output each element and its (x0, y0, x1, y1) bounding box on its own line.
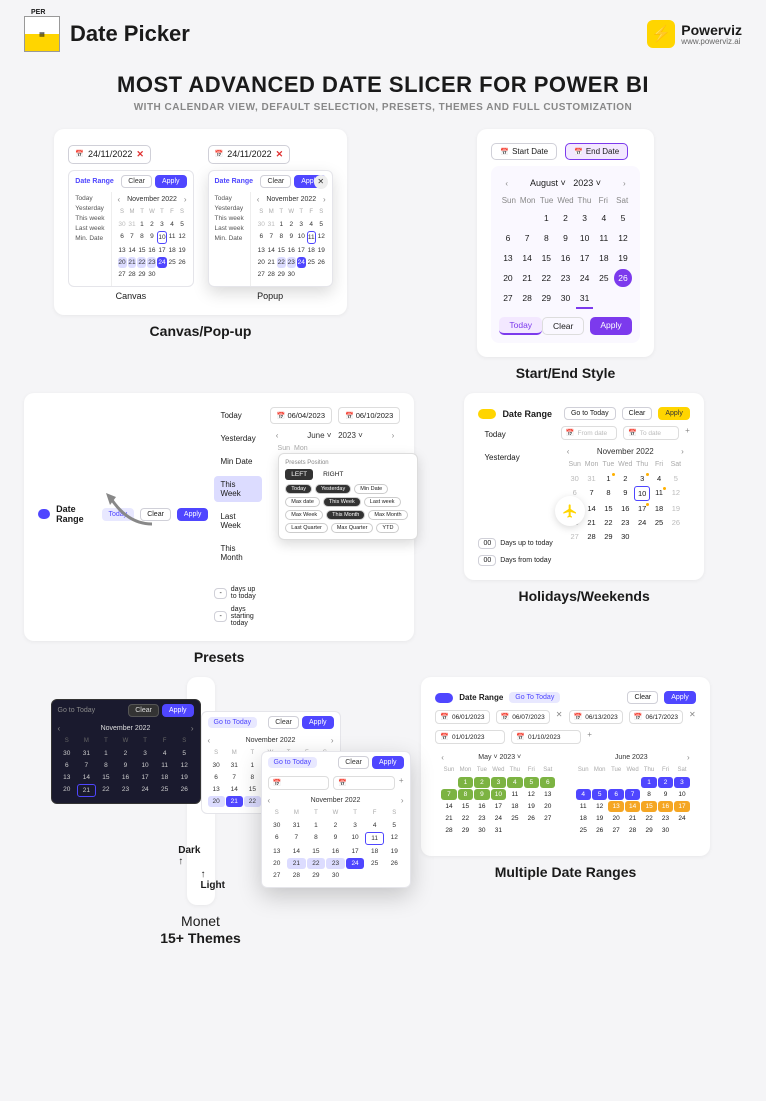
airplane-icon (555, 496, 585, 526)
to-input[interactable]: 📅To date (623, 426, 679, 440)
close-icon[interactable]: ✕ (689, 710, 696, 724)
preset-list[interactable]: Today Yesterday This week Last week Min.… (209, 192, 250, 286)
presets-card: Date Range Today Clear Apply Today Yeste… (24, 393, 414, 641)
presets-popover: Presets Position LEFTRIGHT Today Yesterd… (278, 453, 418, 540)
calendar-icon: 📅 (500, 148, 509, 156)
lightning-icon: ⚡ (647, 20, 675, 48)
themes-card: Go to TodayClearApply ‹November 2022› SM… (187, 677, 215, 905)
light-label: ↑ Light (201, 869, 225, 891)
canvas-label: Canvas (68, 291, 193, 301)
preset-list[interactable]: Today Yesterday This week Last week Min.… (69, 192, 110, 286)
date-chip[interactable]: 📅 24/11/2022 ✕ (208, 145, 291, 164)
close-icon[interactable]: ✕ (314, 175, 328, 189)
apply-button[interactable]: Apply (664, 691, 696, 704)
today-button[interactable]: Today (499, 317, 542, 335)
section-title: Presets (194, 649, 245, 665)
canvas-panel: Date Range Clear Apply Today (68, 170, 193, 287)
clear-button[interactable]: Clear (622, 407, 653, 420)
monet-theme: Go to TodayClearApply 📅📅+ ‹November 2022… (261, 751, 411, 888)
close-icon[interactable]: ✕ (276, 149, 284, 160)
section-title: Holidays/Weekends (519, 588, 650, 604)
hero-headline: MOST ADVANCED DATE SLICER FOR POWER BI (24, 72, 742, 98)
toggle-icon[interactable] (38, 509, 50, 519)
product-logo: ▦ Date Picker (24, 16, 190, 52)
from-input[interactable]: 📅06/04/2023 (270, 407, 332, 424)
arrow-icon (102, 489, 162, 529)
plus-icon[interactable]: + (685, 426, 690, 440)
close-icon[interactable]: ✕ (556, 710, 563, 724)
preset-sidebar: Today Yesterday Min Date This Week Last … (214, 407, 261, 627)
canvas-popup-card: 📅 24/11/2022 ✕ Date Range Clear (54, 129, 346, 315)
clear-button[interactable]: Clear (542, 317, 584, 335)
apply-button[interactable]: Apply (177, 508, 209, 521)
chevron-right-icon[interactable]: › (623, 179, 626, 188)
start-date-tab[interactable]: 📅Start Date (491, 143, 557, 160)
chevron-right-icon[interactable]: › (184, 195, 187, 204)
close-icon[interactable]: ✕ (136, 149, 144, 160)
header: ▦ Date Picker ⚡ Powerviz www.powerviz.ai (24, 16, 742, 52)
toggle-icon[interactable] (435, 693, 453, 703)
dark-label: Dark ↑ (178, 845, 200, 867)
section-title: Multiple Date Ranges (495, 864, 637, 880)
apply-button[interactable]: Apply (658, 407, 690, 420)
selected-day[interactable]: 26 (614, 269, 631, 287)
calendar-icon: 📅 (574, 148, 583, 156)
calendar: ‹ August ˅ 2023 ˅ › SunMonTueWedThuFriSa… (491, 166, 639, 343)
holidays-card: Date Range Go to Today Clear Apply Today… (464, 393, 703, 580)
brand-logo: ⚡ Powerviz www.powerviz.ai (647, 20, 742, 48)
goto-button[interactable]: Go To Today (509, 692, 560, 703)
calendar-icon: 📅 (75, 150, 84, 158)
to-input[interactable]: 📅06/10/2023 (338, 407, 400, 424)
date-chip[interactable]: 📅 24/11/2022 ✕ (68, 145, 151, 164)
clear-button[interactable]: Clear (260, 175, 291, 188)
chevron-left-icon[interactable]: ‹ (118, 195, 121, 204)
chevron-left-icon[interactable]: ‹ (505, 179, 508, 188)
end-date-tab[interactable]: 📅End Date (565, 143, 628, 160)
section-title: Start/End Style (516, 365, 616, 381)
from-input[interactable]: 📅From date (561, 426, 617, 440)
brand-url: www.powerviz.ai (681, 37, 742, 46)
calendar-icon: 📅 (215, 150, 224, 158)
plus-icon[interactable]: + (587, 730, 592, 744)
product-title: Date Picker (70, 21, 190, 47)
dark-theme: Go to TodayClearApply ‹November 2022› SM… (51, 699, 201, 804)
section-title: Monet15+ Themes (160, 913, 241, 947)
popup-label: Popup (208, 291, 333, 301)
hero-subhead: WITH CALENDAR VIEW, DEFAULT SELECTION, P… (24, 102, 742, 113)
today-cell[interactable]: 31 (576, 289, 593, 309)
section-title: Canvas/Pop-up (150, 323, 252, 339)
product-icon: ▦ (24, 16, 60, 52)
popup-panel: ✕ Date Range Clear Apply (208, 170, 333, 287)
multirange-card: Date Range Go To Today Clear Apply 📅06/0… (421, 677, 709, 856)
brand-name: Powerviz (681, 23, 742, 37)
apply-button[interactable]: Apply (155, 175, 187, 188)
clear-button[interactable]: Clear (121, 175, 152, 188)
clear-button[interactable]: Clear (627, 691, 658, 704)
toggle-icon[interactable] (478, 409, 496, 419)
startend-card: 📅Start Date 📅End Date ‹ August ˅ 2023 ˅ … (477, 129, 653, 357)
apply-button[interactable]: Apply (590, 317, 631, 335)
